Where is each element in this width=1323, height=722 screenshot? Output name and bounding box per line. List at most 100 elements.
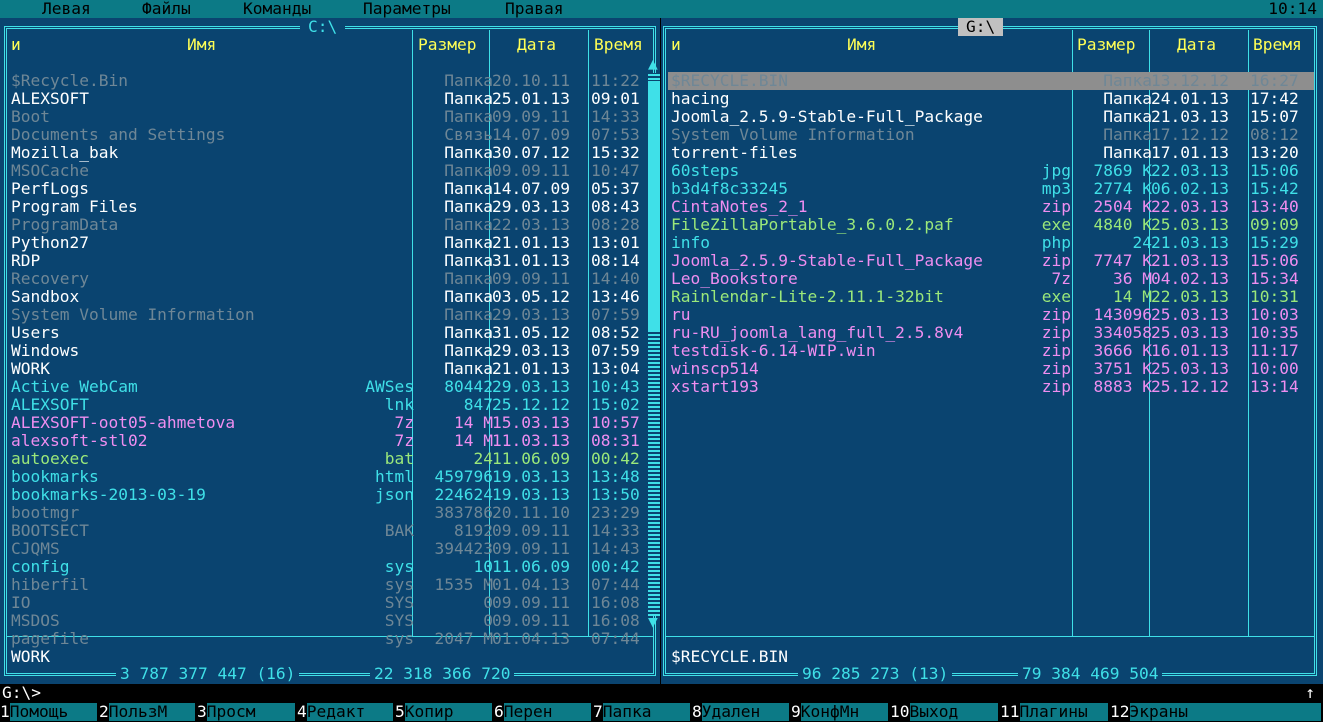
scroll-up-icon[interactable]: ▲ [648, 55, 658, 73]
left-file-row[interactable]: ALEXSOFT Папка 25.01.13 09:01 [8, 90, 648, 108]
file-name: CintaNotes_2_1 [671, 197, 808, 216]
left-file-row[interactable]: $Recycle.Bin Папка 20.10.11 11:22 [8, 72, 648, 90]
left-file-row[interactable]: MSOCache Папка 09.09.11 10:47 [8, 162, 648, 180]
left-file-row[interactable]: Recovery Папка 09.09.11 14:40 [8, 270, 648, 288]
right-file-row[interactable]: ru-RU_joomla_lang_full_2.5.8v4 zip 334058 2… [668, 324, 1314, 342]
menu-options[interactable]: Параметры [363, 0, 451, 18]
right-file-row[interactable]: $RECYCLE.BIN Папка 13.12.12 16:27 [668, 72, 1314, 90]
file-name: Recovery [11, 269, 89, 288]
right-file-row[interactable]: testdisk-6.14-WIP.win zip 3666 K 16.01.13 11… [668, 342, 1314, 360]
fkey-7[interactable]: 7Папка [593, 703, 690, 722]
right-file-row[interactable]: ru zip 143096 25.03.13 10:03 [668, 306, 1314, 324]
right-file-row[interactable]: xstart193 zip 8883 K 25.12.12 13:14 [668, 378, 1314, 396]
fkey-6[interactable]: 6Перен [494, 703, 591, 722]
command-prompt[interactable]: G:\> [2, 684, 41, 702]
left-file-row[interactable]: Users Папка 31.05.12 08:52 [8, 324, 648, 342]
fkey-2[interactable]: 2ПользМ [99, 703, 195, 722]
right-file-row[interactable]: b3d4f8c33245 mp3 2774 K 06.02.13 15:42 [668, 180, 1314, 198]
left-panel[interactable]: C:\ и Имя Размер Дата Время $Recycle.Bin… [0, 18, 660, 684]
menu-right[interactable]: Правая [505, 0, 563, 18]
command-line[interactable]: G:\> ↑ [0, 684, 1323, 702]
right-file-row[interactable]: info php 24 21.03.13 15:29 [668, 234, 1314, 252]
left-file-row[interactable]: Documents and Settings Связь 14.07.09 07:53 [8, 126, 648, 144]
file-size: Папка [444, 287, 493, 306]
left-header-time[interactable]: Время [594, 36, 643, 54]
left-header-name[interactable]: Имя [187, 36, 216, 54]
fkey-8[interactable]: 8Удален [692, 703, 789, 722]
right-header-time[interactable]: Время [1253, 36, 1302, 54]
menu-files[interactable]: Файлы [142, 0, 191, 18]
right-header-n[interactable]: и [671, 36, 681, 54]
left-header-date[interactable]: Дата [517, 36, 556, 54]
right-file-row[interactable]: Joomla_2.5.9-Stable-Full_Package Папка 21.… [668, 108, 1314, 126]
right-file-row[interactable]: hacing Папка 24.01.13 17:42 [668, 90, 1314, 108]
left-file-row[interactable]: BOOTSECT BAK 8192 09.09.11 14:33 [8, 522, 648, 540]
left-scrollbar[interactable] [648, 73, 660, 616]
fkey-1[interactable]: 1Помощь [0, 703, 97, 722]
left-file-row[interactable]: Boot Папка 09.09.11 14:33 [8, 108, 648, 126]
left-header-size[interactable]: Размер [418, 36, 476, 54]
left-file-row[interactable]: autoexec bat 24 11.06.09 00:42 [8, 450, 648, 468]
file-time: 07:53 [591, 125, 640, 144]
left-file-row[interactable]: ProgramData Папка 22.03.13 08:28 [8, 216, 648, 234]
fkey-4[interactable]: 4Редакт [297, 703, 393, 722]
fkey-10[interactable]: 10Выход [890, 703, 998, 722]
right-file-row[interactable]: torrent-files Папка 17.01.13 13:20 [668, 144, 1314, 162]
left-file-row[interactable]: bookmarks-2013-03-19 json 224624 19.03.13 13… [8, 486, 648, 504]
scroll-down-icon[interactable]: ▼ [648, 613, 658, 631]
file-size: Папка [444, 197, 493, 216]
file-time: 10:57 [591, 413, 640, 432]
file-size: Папка [444, 71, 493, 90]
left-file-row[interactable]: bookmarks html 459796 19.03.13 13:48 [8, 468, 648, 486]
left-file-row[interactable]: Python27 Папка 21.01.13 13:01 [8, 234, 648, 252]
left-file-row[interactable]: ALEXSOFT lnk 847 25.12.12 15:02 [8, 396, 648, 414]
fkey-12[interactable]: 12Экраны [1110, 703, 1321, 722]
fkey-5[interactable]: 5Копир [395, 703, 492, 722]
right-header-size[interactable]: Размер [1077, 36, 1135, 54]
left-file-row[interactable]: System Volume Information Папка 29.03.13 07… [8, 306, 648, 324]
right-file-row[interactable]: Leo_Bookstore 7z 36 M 04.02.13 15:34 [668, 270, 1314, 288]
file-size: Связь [444, 125, 493, 144]
right-file-row[interactable]: FileZillaPortable_3.6.0.2.paf exe 4840 K 25… [668, 216, 1314, 234]
left-file-row[interactable]: Program Files Папка 29.03.13 08:43 [8, 198, 648, 216]
fkey-9[interactable]: 9КонфМн [791, 703, 888, 722]
left-file-row[interactable]: config sys 10 11.06.09 00:42 [8, 558, 648, 576]
right-file-row[interactable]: Joomla_2.5.9-Stable-Full_Package zip 7747 … [668, 252, 1314, 270]
file-size: Папка [1103, 71, 1152, 90]
right-header-date[interactable]: Дата [1177, 36, 1216, 54]
fkey-11[interactable]: 11Плагины [1000, 703, 1108, 722]
left-file-row[interactable]: Sandbox Папка 03.05.12 13:46 [8, 288, 648, 306]
left-file-row[interactable]: ALEXSOFT-oot05-ahmetova 7z 14 M 15.03.13 10:… [8, 414, 648, 432]
file-size: 14 M [454, 413, 493, 432]
left-file-row[interactable]: hiberfil sys 1535 M 01.04.13 07:44 [8, 576, 648, 594]
right-header-name[interactable]: Имя [847, 36, 876, 54]
left-file-row[interactable]: Mozilla_bak Папка 30.07.12 15:32 [8, 144, 648, 162]
left-panel-path[interactable]: C:\ [300, 18, 346, 36]
scroll-thumb[interactable] [648, 81, 660, 331]
left-file-row[interactable]: Windows Папка 29.03.13 07:59 [8, 342, 648, 360]
right-file-row[interactable]: 60steps jpg 7869 K 22.03.13 15:06 [668, 162, 1314, 180]
file-name: bookmarks-2013-03-19 [11, 485, 206, 504]
left-file-row[interactable]: WORK Папка 21.01.13 13:04 [8, 360, 648, 378]
right-panel-path[interactable]: G:\ [958, 18, 1004, 36]
left-file-row[interactable]: Active WebCam AWSes 80442 29.03.13 10:43 [8, 378, 648, 396]
left-file-row[interactable]: CJQMS 394423 09.09.11 14:43 [8, 540, 648, 558]
left-file-row[interactable]: IO SYS 0 09.09.11 16:08 [8, 594, 648, 612]
left-file-row[interactable]: RDP Папка 31.01.13 08:14 [8, 252, 648, 270]
left-header-n[interactable]: и [11, 36, 21, 54]
file-time: 10:00 [1250, 359, 1299, 378]
left-file-row[interactable]: alexsoft-stl02 7z 14 M 11.03.13 08:31 [8, 432, 648, 450]
left-file-row[interactable]: PerfLogs Папка 14.07.09 05:37 [8, 180, 648, 198]
right-file-row[interactable]: System Volume Information Папка 17.12.12 08… [668, 126, 1314, 144]
right-panel[interactable]: и Имя Размер Дата Время $RECYCLE.BIN Папк… [661, 18, 1323, 684]
menu-left[interactable]: Левая [42, 0, 91, 18]
left-file-row[interactable]: MSDOS SYS 0 09.09.11 16:08 [8, 612, 648, 630]
right-file-row[interactable]: winscp514 zip 3751 K 25.03.13 10:00 [668, 360, 1314, 378]
right-file-row[interactable]: Rainlendar-Lite-2.11.1-32bit exe 14 M 22.03… [668, 288, 1314, 306]
fkey-3[interactable]: 3Просм [197, 703, 295, 722]
right-file-row[interactable]: CintaNotes_2_1 zip 2504 K 22.03.13 13:40 [668, 198, 1314, 216]
left-file-row[interactable]: bootmgr 383786 20.11.10 23:29 [8, 504, 648, 522]
left-file-row[interactable]: pagefile sys 2047 M 01.04.13 07:44 [8, 630, 648, 648]
file-date: 21.03.13 [1151, 107, 1229, 126]
menu-commands[interactable]: Команды [243, 0, 311, 18]
